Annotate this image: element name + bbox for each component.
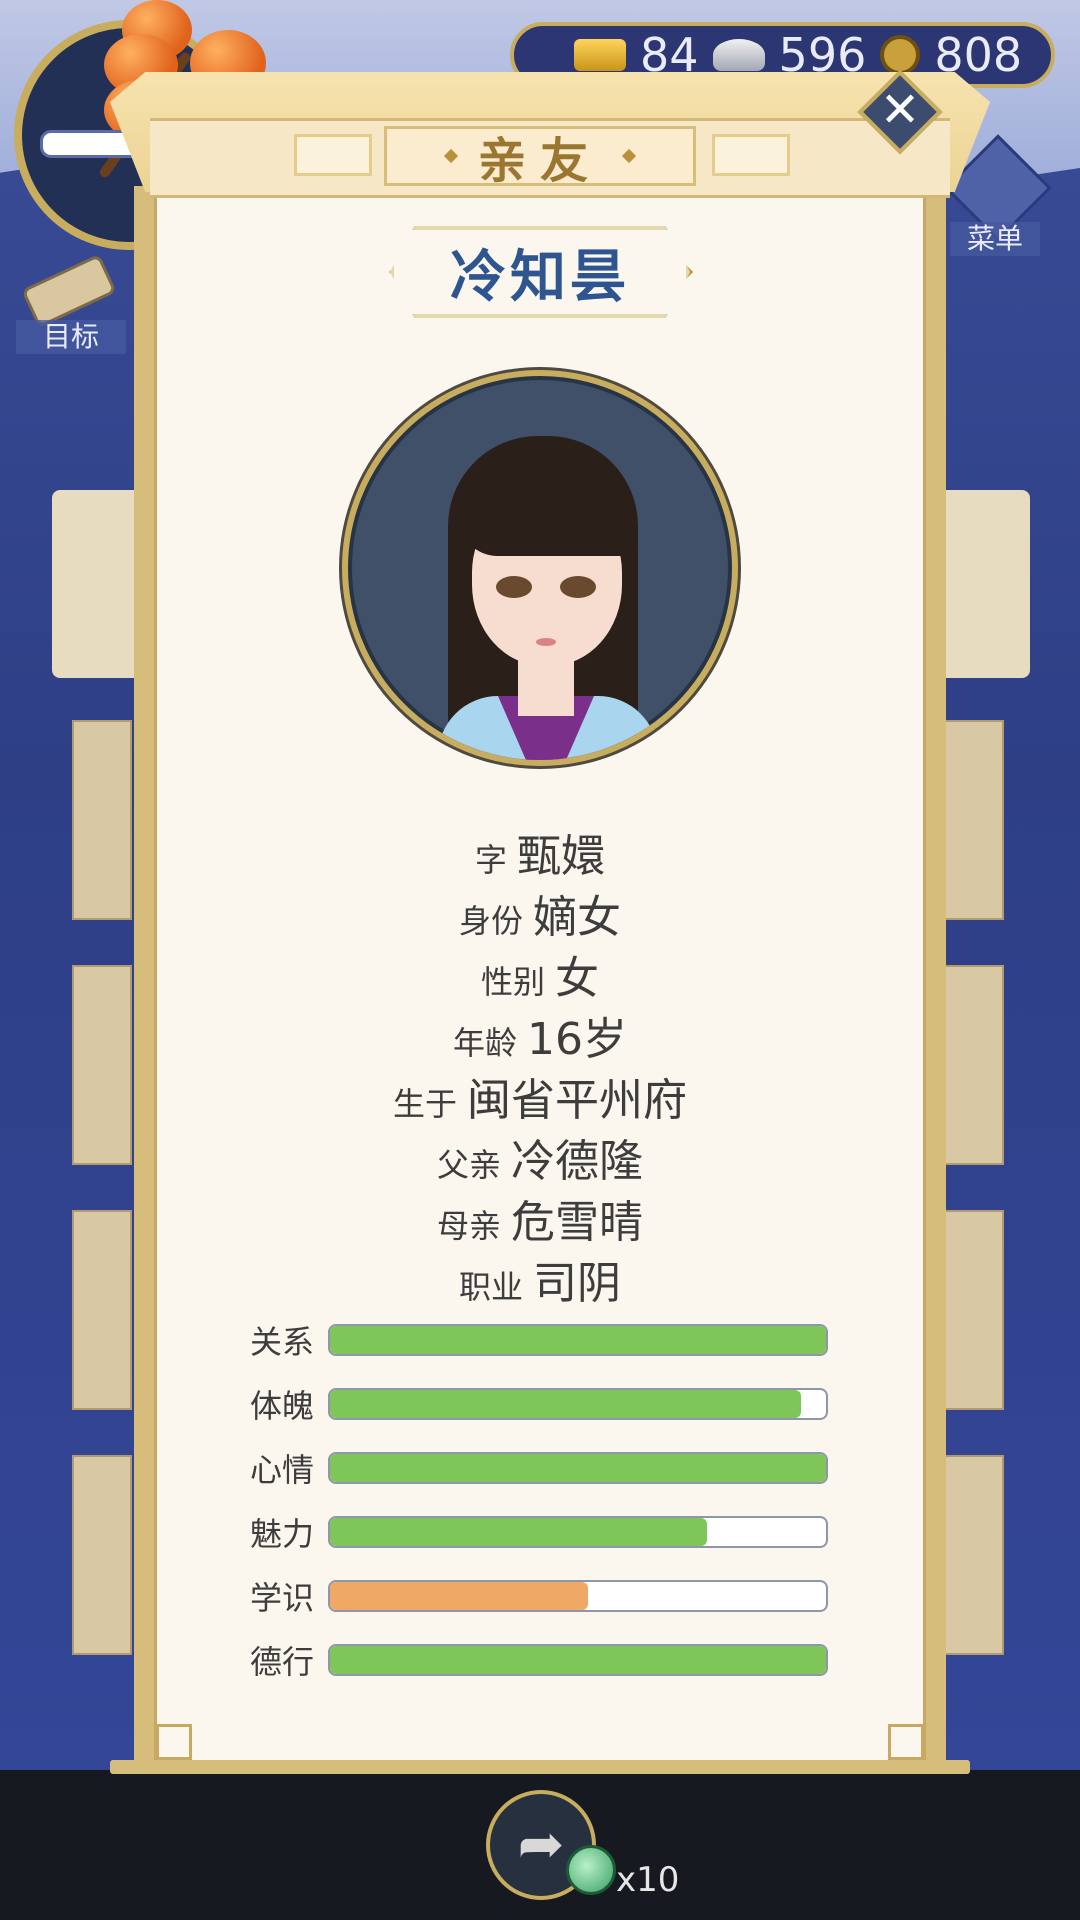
gold-ingot-icon: [574, 39, 626, 71]
stat-row: 学识: [250, 1576, 830, 1617]
character-name-plate: 冷知昙: [390, 226, 690, 318]
background-card: [944, 1210, 1004, 1410]
goal-button[interactable]: 目标: [16, 253, 126, 356]
stat-bar-fill: [330, 1518, 707, 1546]
info-row: 字甄嬛: [154, 820, 926, 884]
info-key: 身份: [458, 902, 523, 940]
stat-label: 德行: [250, 1643, 315, 1681]
corner-ornament: [156, 1724, 192, 1760]
panel-title: 亲友: [384, 126, 696, 189]
corner-ornament: [888, 1724, 924, 1760]
stat-bar: [328, 1580, 828, 1612]
info-row: 父亲 冷德隆: [154, 1125, 926, 1189]
info-key: 职业: [458, 1268, 523, 1306]
stat-row: 体魄: [250, 1384, 830, 1425]
scroll-rod: [110, 1760, 970, 1774]
reward-count: x10: [616, 1860, 680, 1900]
background-card: [72, 965, 132, 1165]
info-key: 父亲: [436, 1146, 501, 1184]
stat-label: 体魄: [250, 1387, 315, 1425]
background-card: [72, 720, 132, 920]
stat-bar: [328, 1452, 828, 1484]
share-arrow-icon: ➦: [517, 1812, 565, 1877]
stat-bar-fill: [330, 1390, 802, 1418]
stat-label: 魅力: [250, 1515, 315, 1553]
scroll-icon: [21, 253, 117, 329]
stat-bar: [328, 1324, 828, 1356]
background-card: [72, 1455, 132, 1655]
info-key: 字: [474, 841, 507, 879]
info-value: 危雪晴: [511, 1197, 643, 1248]
info-value: 嫡女: [533, 892, 621, 943]
goal-label: 目标: [16, 320, 126, 354]
stat-bar: [328, 1388, 828, 1420]
info-row: 年龄 16岁: [154, 1003, 926, 1067]
stat-bar-fill: [330, 1582, 588, 1610]
info-value: 甄嬛: [517, 831, 605, 882]
info-key: 母亲: [436, 1207, 501, 1245]
silver-ingot-icon: [712, 39, 765, 71]
stat-row: 心情: [250, 1448, 830, 1489]
stat-bar: [328, 1516, 828, 1548]
panel-title-text: 亲友: [477, 133, 602, 189]
background-card: [72, 1210, 132, 1410]
title-ornament: [443, 148, 459, 164]
header-ornament: [712, 134, 790, 176]
stat-row: 关系: [250, 1320, 830, 1361]
jade-coin-icon: [566, 1845, 616, 1895]
info-row: 性别女: [154, 942, 926, 1006]
info-key: 生于: [392, 1085, 457, 1123]
info-value: 冷德隆: [511, 1136, 643, 1187]
info-row: 生于 闽省平州府: [154, 1064, 926, 1128]
background-card: [944, 720, 1004, 920]
menu-label: 菜单: [950, 222, 1040, 256]
info-key: 年龄: [452, 1024, 517, 1062]
info-row: 母亲 危雪晴: [154, 1186, 926, 1250]
stat-bar-fill: [330, 1326, 826, 1354]
stat-label: 学识: [250, 1579, 315, 1617]
background-card: [944, 965, 1004, 1165]
info-value: 闽省平州府: [467, 1075, 687, 1126]
background-card: [944, 1455, 1004, 1655]
stat-bar-fill: [330, 1646, 826, 1674]
close-icon[interactable]: ✕: [870, 80, 930, 140]
title-ornament: [621, 148, 637, 164]
info-value: 16岁: [527, 1014, 627, 1065]
info-value: 女: [555, 953, 599, 1004]
stat-bar: [328, 1644, 828, 1676]
info-row: 身份 嫡女: [154, 881, 926, 945]
info-value: 司阴: [533, 1258, 621, 1309]
info-key: 性别: [480, 963, 545, 1001]
stat-label: 心情: [250, 1451, 315, 1489]
stat-label: 关系: [250, 1323, 315, 1361]
stat-row: 魅力: [250, 1512, 830, 1553]
info-row: 职业 司阴: [154, 1247, 926, 1311]
stat-row: 德行: [250, 1640, 830, 1681]
character-name: 冷知昙: [450, 244, 630, 310]
header-ornament: [294, 134, 372, 176]
stat-bar-fill: [330, 1454, 826, 1482]
character-portrait: [342, 370, 738, 766]
